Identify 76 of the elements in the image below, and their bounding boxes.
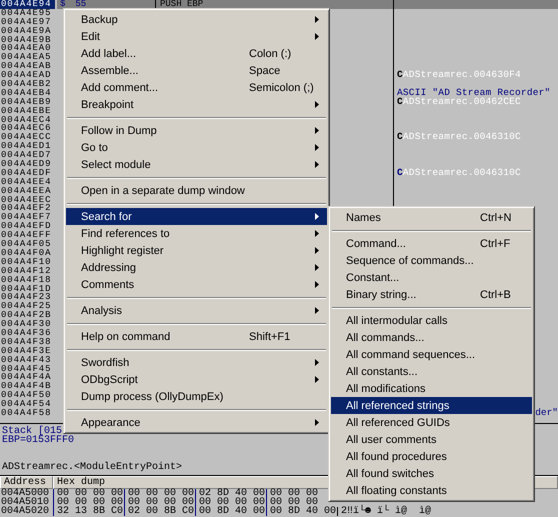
address-cell-text: 004A4F23 xyxy=(0,293,52,302)
address-cell-text: 004A4E9A xyxy=(0,26,52,36)
address-cell-text: 004A4E9B xyxy=(0,36,52,44)
address-cell-text: 004A4ED9 xyxy=(0,160,52,169)
address-cell-text: 004A4EF2 xyxy=(0,204,52,214)
address-cell-text: 004A4F38 xyxy=(0,338,52,347)
address-cell-text: 004A4EB9 xyxy=(0,98,52,107)
address-cell-text: 004A4EE4 xyxy=(0,178,52,187)
register-info: Stack [015 xyxy=(1,427,62,436)
address-cell-text: 004A4EA5 xyxy=(0,53,52,62)
address-cell-text: 004A4EAB xyxy=(0,62,52,72)
comment-cell: ADStreamrec.0046310C xyxy=(402,168,521,178)
address-cell-text: 004A4EEC xyxy=(0,196,52,204)
address-cell-text: 004A4F10 xyxy=(0,258,52,267)
address-cell-text: 004A4F50 xyxy=(0,391,52,400)
call-marker: C xyxy=(397,168,403,178)
address-cell-text: 004A4EB2 xyxy=(0,80,52,89)
hex-cell: 00 8D 40 00 xyxy=(195,507,266,516)
hex-cell: 00 00 00 00 xyxy=(195,498,266,507)
instruction-cell: PUSH EBP xyxy=(160,0,204,9)
address-cell-text: 004A4ED7 xyxy=(0,151,52,160)
address-cell-text: 004A4F45 xyxy=(0,364,52,374)
address-cell-text: 004A4F12 xyxy=(0,266,52,276)
hex-cell: 32 13 8B C0 xyxy=(53,507,124,516)
address-cell-text: 004A4F4B xyxy=(0,382,52,392)
address-cell-text: 004A4F30 xyxy=(0,320,52,329)
address-cell-text: 004A4F0A xyxy=(0,248,52,258)
address-cell-text: 004A4E97 xyxy=(0,18,52,27)
hex-cell: 00 00 00 00 xyxy=(124,489,195,498)
address-cell-text: 004A4F05 xyxy=(0,240,52,249)
address-cell-text: 004A4F18 xyxy=(0,276,52,285)
call-marker: C xyxy=(397,133,403,142)
hex-cell: 00 00 00 00 xyxy=(53,489,124,498)
hex-cell: 00 00 00 00 xyxy=(53,498,124,507)
ascii-cell: 2‼ï└☻ ï└ ì@ ì@ xyxy=(337,507,432,516)
address-cell-text: 004A4EDF xyxy=(0,168,52,178)
comment-cell: ADStreamrec.0046310C xyxy=(402,133,521,142)
address-cell-text: 004A4EB4 xyxy=(0,88,52,98)
comment-cell: ADStreamrec.004630F4 xyxy=(402,71,521,80)
address-cell-text: 004A4EC6 xyxy=(0,124,52,134)
address-cell-text: 004A4EBE xyxy=(0,106,52,116)
address-cell-text: 004A4F43 xyxy=(0,356,52,365)
hex-cell: 02 8D 40 00 xyxy=(195,489,266,498)
address-cell-text: 004A4F36 xyxy=(0,328,52,338)
address-cell-text: 004A4EEA xyxy=(0,186,52,196)
address-cell-text: 004A4EA0 xyxy=(0,44,52,54)
hex-cell: 55 xyxy=(75,0,86,9)
address-cell: 004A4E94 xyxy=(0,0,55,9)
address-cell-text: 004A5000 xyxy=(0,489,50,498)
hex-cell: 00 00 00 00 xyxy=(124,498,195,507)
call-marker: C xyxy=(397,71,403,80)
symbol-label: ADStreamrec.<ModuleEntryPoint> xyxy=(1,463,182,472)
hex-cell: 02 00 8B C0 xyxy=(124,507,195,516)
hex-cell: 00 8D 40 00 xyxy=(266,507,337,516)
address-cell-text: 004A4ED1 xyxy=(0,142,52,152)
address-cell-text: 004A5020 xyxy=(0,507,50,516)
address-cell-text: 004A5010 xyxy=(0,498,50,507)
address-cell-text: 004A4F1D xyxy=(0,284,52,294)
address-cell-text: 004A4F58 xyxy=(0,408,52,418)
address-cell-text: 004A4F4A xyxy=(0,373,52,382)
comment-cell: der" xyxy=(535,408,558,418)
address-cell-text: 004A4F54 xyxy=(0,400,52,409)
call-marker: C xyxy=(397,98,403,107)
address-cell-text: 004A4EAD xyxy=(0,71,52,80)
address-cell-text: 004A4F25 xyxy=(0,302,52,312)
address-cell-text: 004A4ECC xyxy=(0,133,52,142)
address-cell-text: 004A4EC4 xyxy=(0,116,52,124)
comment-cell: ASCII "AD Stream Recorder" xyxy=(397,88,550,98)
address-cell-text: 004A4F2B xyxy=(0,311,52,320)
address-cell-text: 004A4EFF xyxy=(0,231,52,240)
address-cell-text: 004A4E95 xyxy=(0,8,52,18)
register-info: EBP=0153FFF0 xyxy=(1,436,74,445)
address-cell-text: 004A4F3E xyxy=(0,346,52,356)
comment-cell: ADStreamrec.00462CEC xyxy=(402,98,521,107)
address-cell-text: 004A4EF7 xyxy=(0,213,52,222)
address-cell-text: 004A4EFD xyxy=(0,222,52,232)
